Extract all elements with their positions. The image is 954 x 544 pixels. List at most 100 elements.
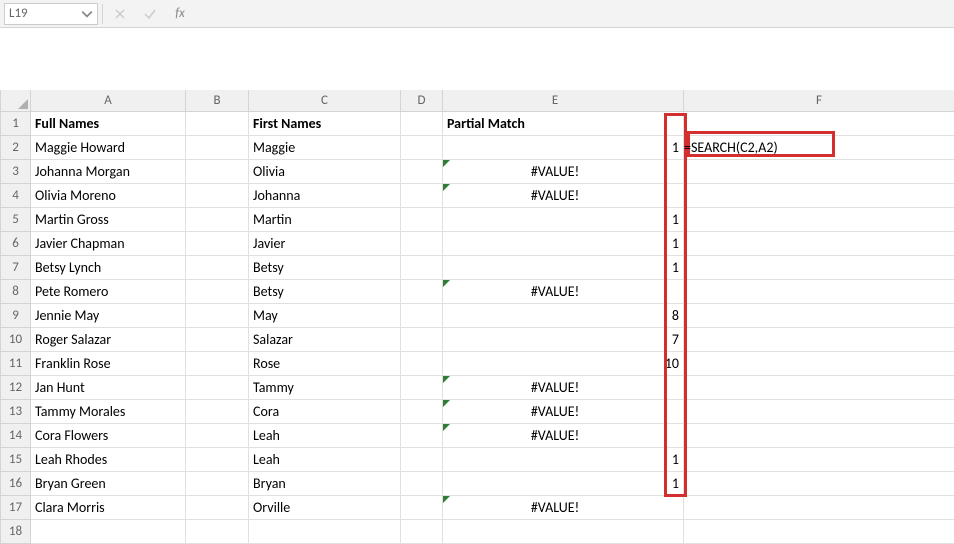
- row-header-1[interactable]: 1: [1, 112, 31, 136]
- cell-C3[interactable]: Olivia: [249, 160, 401, 184]
- cell-D15[interactable]: [401, 448, 443, 472]
- cell-D6[interactable]: [401, 232, 443, 256]
- cell-E12-tail[interactable]: [667, 376, 684, 400]
- cell-E8[interactable]: #VALUE!: [443, 280, 667, 304]
- cell-A7[interactable]: Betsy Lynch: [31, 256, 186, 280]
- cell-E16-tail[interactable]: 1: [667, 472, 684, 496]
- cell-E12[interactable]: #VALUE!: [443, 376, 667, 400]
- cell-D9[interactable]: [401, 304, 443, 328]
- chevron-down-icon[interactable]: [81, 8, 93, 20]
- cell-E6-tail[interactable]: 1: [667, 232, 684, 256]
- cell-F17[interactable]: [684, 496, 954, 520]
- cell-F6[interactable]: [684, 232, 954, 256]
- cell-D12[interactable]: [401, 376, 443, 400]
- cell-F4[interactable]: [684, 184, 954, 208]
- cell-A4[interactable]: Olivia Moreno: [31, 184, 186, 208]
- cell-B10[interactable]: [186, 328, 249, 352]
- cell-A9[interactable]: Jennie May: [31, 304, 186, 328]
- cell-A6[interactable]: Javier Chapman: [31, 232, 186, 256]
- col-header-B[interactable]: B: [186, 90, 249, 112]
- formula-input[interactable]: [197, 3, 950, 25]
- cell-E14-tail[interactable]: [667, 424, 684, 448]
- cell-E14[interactable]: #VALUE!: [443, 424, 667, 448]
- cell-E7-tail[interactable]: 1: [667, 256, 684, 280]
- cell-E15-tail[interactable]: 1: [667, 448, 684, 472]
- cell-C2[interactable]: Maggie: [249, 136, 401, 160]
- cell-E9-tail[interactable]: 8: [667, 304, 684, 328]
- cell-B1[interactable]: [186, 112, 249, 136]
- cell-D1[interactable]: [401, 112, 443, 136]
- cell-F9[interactable]: [684, 304, 954, 328]
- cell-E16[interactable]: [443, 472, 667, 496]
- col-header-F[interactable]: F: [684, 90, 954, 112]
- cell-B9[interactable]: [186, 304, 249, 328]
- cell-A12[interactable]: Jan Hunt: [31, 376, 186, 400]
- cell-E5[interactable]: [443, 208, 667, 232]
- cell-B5[interactable]: [186, 208, 249, 232]
- cell-B17[interactable]: [186, 496, 249, 520]
- select-all-corner[interactable]: [1, 90, 31, 112]
- cell-E2[interactable]: [443, 136, 667, 160]
- cell-F3[interactable]: [684, 160, 954, 184]
- cell-D8[interactable]: [401, 280, 443, 304]
- cell-E4-tail[interactable]: [667, 184, 684, 208]
- cell-F2[interactable]: =SEARCH(C2,A2): [684, 136, 954, 160]
- cell-A5[interactable]: Martin Gross: [31, 208, 186, 232]
- cell-B7[interactable]: [186, 256, 249, 280]
- cell-E1[interactable]: Partial Match: [443, 112, 667, 136]
- cell-F12[interactable]: [684, 376, 954, 400]
- cell-F18[interactable]: [684, 520, 954, 544]
- cell-F11[interactable]: [684, 352, 954, 376]
- row-header-18[interactable]: 18: [1, 520, 31, 544]
- cell-F16[interactable]: [684, 472, 954, 496]
- cell-D11[interactable]: [401, 352, 443, 376]
- cell-A13[interactable]: Tammy Morales: [31, 400, 186, 424]
- cell-C15[interactable]: Leah: [249, 448, 401, 472]
- cell-F5[interactable]: [684, 208, 954, 232]
- cell-B12[interactable]: [186, 376, 249, 400]
- cell-C9[interactable]: May: [249, 304, 401, 328]
- cell-A11[interactable]: Franklin Rose: [31, 352, 186, 376]
- cell-D3[interactable]: [401, 160, 443, 184]
- row-header-5[interactable]: 5: [1, 208, 31, 232]
- cell-A15[interactable]: Leah Rhodes: [31, 448, 186, 472]
- cell-C14[interactable]: Leah: [249, 424, 401, 448]
- cell-E11-tail[interactable]: 10: [667, 352, 684, 376]
- cell-E4[interactable]: #VALUE!: [443, 184, 667, 208]
- cell-C1[interactable]: First Names: [249, 112, 401, 136]
- cell-A14[interactable]: Cora Flowers: [31, 424, 186, 448]
- cell-A17[interactable]: Clara Morris: [31, 496, 186, 520]
- cell-B14[interactable]: [186, 424, 249, 448]
- cell-D17[interactable]: [401, 496, 443, 520]
- cell-C5[interactable]: Martin: [249, 208, 401, 232]
- cell-C4[interactable]: Johanna: [249, 184, 401, 208]
- cell-D4[interactable]: [401, 184, 443, 208]
- cell-C8[interactable]: Betsy: [249, 280, 401, 304]
- col-header-C[interactable]: C: [249, 90, 401, 112]
- cell-E17[interactable]: #VALUE!: [443, 496, 667, 520]
- name-box-input[interactable]: [9, 6, 69, 21]
- cell-B11[interactable]: [186, 352, 249, 376]
- row-header-9[interactable]: 9: [1, 304, 31, 328]
- cell-B3[interactable]: [186, 160, 249, 184]
- row-header-12[interactable]: 12: [1, 376, 31, 400]
- col-header-D[interactable]: D: [401, 90, 443, 112]
- cell-E7[interactable]: [443, 256, 667, 280]
- cell-F7[interactable]: [684, 256, 954, 280]
- cell-F1[interactable]: [684, 112, 954, 136]
- cell-F10[interactable]: [684, 328, 954, 352]
- cell-A8[interactable]: Pete Romero: [31, 280, 186, 304]
- cell-D13[interactable]: [401, 400, 443, 424]
- cell-F13[interactable]: [684, 400, 954, 424]
- cell-E18[interactable]: [443, 520, 667, 544]
- cell-A3[interactable]: Johanna Morgan: [31, 160, 186, 184]
- cell-C18[interactable]: [249, 520, 401, 544]
- row-header-2[interactable]: 2: [1, 136, 31, 160]
- cell-B18[interactable]: [186, 520, 249, 544]
- cell-E9[interactable]: [443, 304, 667, 328]
- cell-F8[interactable]: [684, 280, 954, 304]
- fx-icon[interactable]: fx: [167, 6, 193, 21]
- row-header-10[interactable]: 10: [1, 328, 31, 352]
- cell-D5[interactable]: [401, 208, 443, 232]
- row-header-7[interactable]: 7: [1, 256, 31, 280]
